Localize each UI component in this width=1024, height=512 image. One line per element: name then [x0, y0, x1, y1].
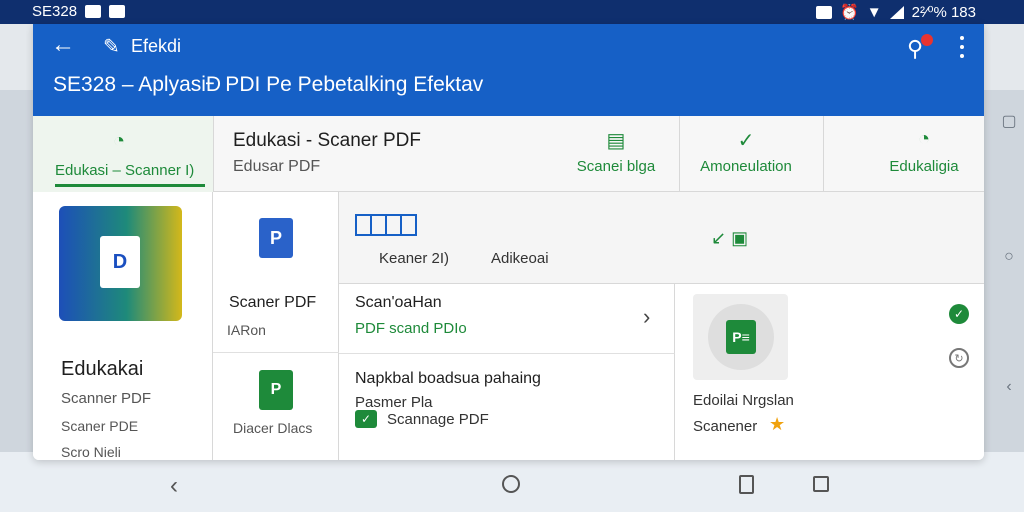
- tab-amoneulation[interactable]: ✓ Amoneulation: [691, 116, 801, 192]
- status-carrier: SE328: [32, 3, 78, 20]
- list-item-action[interactable]: Scannage PDF: [387, 411, 489, 428]
- left-line: Scro Nieli: [61, 444, 121, 460]
- refresh-icon[interactable]: ↻: [949, 348, 969, 368]
- chart-icon[interactable]: ↙ ▣: [711, 228, 748, 249]
- magnify-check-icon: ✓: [737, 130, 755, 152]
- notification-icon: [85, 5, 102, 18]
- home-circle-icon[interactable]: [502, 475, 520, 493]
- card-title: Edoilai Nrgslan: [693, 392, 794, 409]
- left-title: Edukakai: [61, 358, 144, 380]
- list-item-title: Napkbal boadsua pahaing: [355, 370, 541, 387]
- app-icon-tile[interactable]: D: [59, 206, 182, 321]
- calendar-grid-icon[interactable]: [355, 214, 417, 236]
- tab-label: Amoneulation: [700, 158, 792, 175]
- left-panel: D Edukakai Scanner PDF Scaner PDE Scro N…: [33, 192, 213, 460]
- left-line: Scaner PDE: [61, 418, 139, 434]
- doc-icon[interactable]: [739, 475, 754, 494]
- recents-square-icon[interactable]: [813, 476, 829, 492]
- middle-column: P Scaner PDF IARon P Diacer Dlacs: [213, 192, 339, 460]
- wifi-icon: ▼: [866, 3, 882, 21]
- list-item-title: Scan'oaHan: [355, 294, 442, 311]
- main-top-label[interactable]: Keaner 2I): [379, 250, 449, 267]
- tab-label: Scanei blga: [576, 158, 656, 175]
- back-triangle-icon[interactable]: ‹: [170, 472, 178, 500]
- tab-subheading: Edusar PDF: [233, 158, 321, 175]
- gallery-icon: [109, 5, 126, 18]
- word-doc-icon[interactable]: P: [259, 218, 293, 258]
- edge-chevron-icon: ‹: [1006, 378, 1012, 395]
- gauge-icon: ◔: [113, 130, 126, 152]
- tab-divider: [679, 116, 680, 192]
- edge-square-icon: ▢: [1001, 113, 1017, 130]
- vibrate-icon: [816, 5, 833, 19]
- tab-underline: [55, 184, 205, 187]
- edge-circle-icon: ○: [1004, 248, 1014, 265]
- status-left: SE328: [32, 3, 126, 20]
- tab-divider: [213, 116, 214, 192]
- status-battery-time: 2²⁄⁰% 183: [911, 4, 976, 21]
- gauge-icon: ◔: [917, 128, 931, 150]
- card-subtitle: Scanener: [693, 418, 758, 435]
- more-vert-icon[interactable]: [953, 36, 971, 58]
- notification-dot: [921, 34, 933, 46]
- list-item[interactable]: Napkbal boadsua pahaing Pasmer Pla ✓ Sca…: [339, 354, 675, 460]
- chevron-right-icon[interactable]: ›: [643, 304, 650, 330]
- tab-scanei[interactable]: ▤ Scanei blga: [561, 116, 671, 192]
- tab-label: Edukaligia: [889, 158, 959, 175]
- tab-bar: ◔ Edukasi – Scanner I) Edukasi - Scaner …: [33, 116, 984, 192]
- right-card: P≡ Edoilai Nrgslan Scanener ★ ✓ ↻: [675, 284, 984, 460]
- app-header: ← ✎ Efekdi ⚲ SE328 – AplyasiÐ PDI Pe Peb…: [33, 24, 984, 116]
- sheet-doc-icon: P≡: [726, 320, 756, 354]
- status-right: ⏰ ▼ 2²⁄⁰% 183: [816, 3, 976, 21]
- list-item[interactable]: Scan'oaHan PDF scand PDIo ›: [339, 284, 675, 354]
- page-title: SE328 – AplyasiÐ PDI Pe Pebetalking Efek…: [53, 73, 484, 96]
- app-brand: Efekdi: [131, 36, 182, 56]
- alarm-icon: ⏰: [840, 4, 859, 21]
- left-line: Scanner PDF: [61, 390, 152, 407]
- card-thumbnail[interactable]: P≡: [693, 294, 788, 380]
- back-arrow-icon[interactable]: ←: [51, 33, 75, 58]
- middle-item-label[interactable]: Diacer Dlacs: [233, 420, 312, 436]
- tab-active-label: Edukasi – Scanner I): [55, 162, 195, 179]
- list-item-subtitle: PDF scand PDIo: [355, 320, 467, 337]
- tab-divider: [823, 116, 824, 192]
- pdf-doc-icon: D: [100, 236, 140, 288]
- main-top-label[interactable]: Adikeoai: [491, 250, 549, 267]
- pen-icon: ✎: [103, 36, 120, 58]
- status-bar: SE328 ⏰ ▼ 2²⁄⁰% 183: [0, 0, 1024, 24]
- middle-item-sub: IARon: [227, 322, 266, 338]
- star-icon[interactable]: ★: [769, 414, 785, 435]
- middle-item-label[interactable]: Scaner PDF: [229, 294, 316, 312]
- tab-heading: Edukasi - Scaner PDF: [233, 130, 421, 151]
- list-item-subtitle: Pasmer Pla: [355, 394, 433, 411]
- check-icon[interactable]: ✓: [355, 410, 377, 428]
- middle-divider: [213, 352, 339, 353]
- main-top-panel: Keaner 2I) Adikeoai ↙ ▣: [339, 192, 984, 284]
- app-window: ← ✎ Efekdi ⚲ SE328 – AplyasiÐ PDI Pe Peb…: [33, 24, 984, 460]
- sheet-doc-icon[interactable]: P: [259, 370, 293, 410]
- document-icon: ▤: [606, 130, 626, 152]
- tab-active[interactable]: ◔ Edukasi – Scanner I): [33, 116, 213, 192]
- signal-icon: [889, 5, 904, 19]
- tab-edukaligia[interactable]: ◔ Edukaligia: [869, 116, 979, 192]
- verified-badge-icon[interactable]: ✓: [949, 304, 969, 324]
